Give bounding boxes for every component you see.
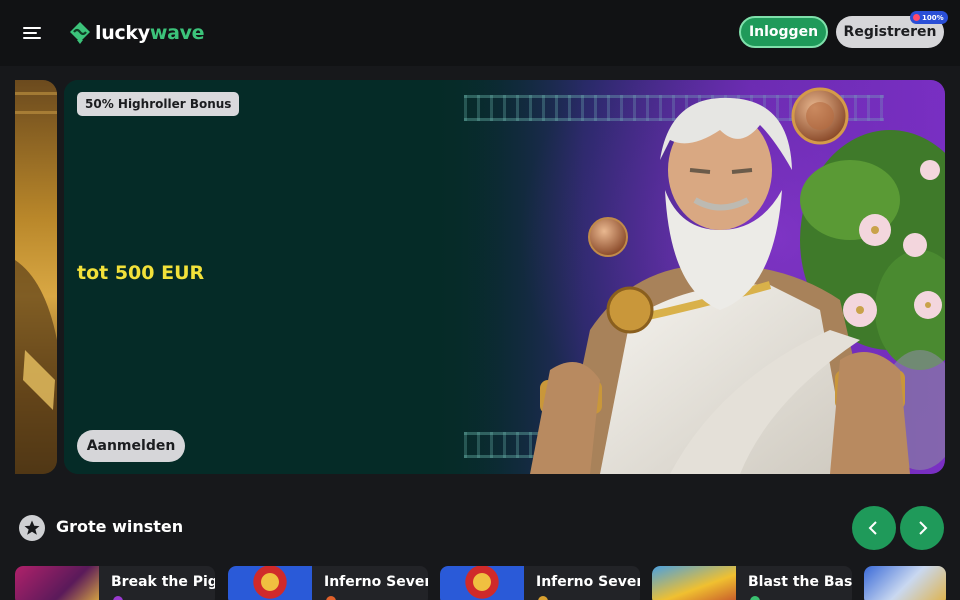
star-icon <box>19 515 45 541</box>
banner-headline: tot 500 EUR <box>77 262 205 284</box>
player-avatar <box>538 596 548 600</box>
game-name: Blast the Bass <box>748 574 852 590</box>
carousel-next-button[interactable] <box>900 506 944 550</box>
win-card[interactable]: Inferno Seven <box>228 566 428 600</box>
game-name: Inferno Seven <box>536 574 640 590</box>
bonus-tag: 50% Highroller Bonus <box>77 92 240 116</box>
player-avatar <box>113 596 123 600</box>
logo-text-lucky: lucky <box>95 22 150 44</box>
game-name: Break the Pig <box>111 574 215 590</box>
logo-text-wave: wave <box>149 22 205 44</box>
game-thumbnail <box>440 566 524 600</box>
chevron-right-icon <box>919 521 928 535</box>
win-card[interactable]: Break the Pig <box>15 566 215 600</box>
next-slide-edge <box>945 80 960 474</box>
player-avatar <box>750 596 760 600</box>
carousel-prev-button[interactable] <box>852 506 896 550</box>
game-name: Inferno Seven <box>324 574 428 590</box>
game-thumbnail <box>228 566 312 600</box>
game-thumbnail <box>864 566 946 600</box>
signup-button[interactable]: Aanmelden <box>77 430 185 462</box>
player-avatar <box>326 596 336 600</box>
game-thumbnail <box>652 566 736 600</box>
win-card-partial[interactable] <box>864 566 946 600</box>
gift-icon <box>913 14 920 21</box>
site-logo[interactable]: luckywave <box>68 19 205 47</box>
section-title: Grote winsten <box>56 517 184 536</box>
login-button[interactable]: Inloggen <box>739 16 828 48</box>
register-bonus-badge: 100% <box>910 11 948 24</box>
win-card[interactable]: Blast the Bass <box>652 566 852 600</box>
previous-slide-preview[interactable] <box>15 80 57 474</box>
top-header: luckywave Inloggen Registreren 100% <box>0 0 960 66</box>
zeus-illustration <box>520 80 945 474</box>
logo-text: luckywave <box>95 22 205 44</box>
win-card[interactable]: Inferno Seven <box>440 566 640 600</box>
game-thumbnail <box>15 566 99 600</box>
chevron-left-icon <box>868 521 877 535</box>
hamburger-menu-icon[interactable] <box>20 22 44 44</box>
logo-wave-icon <box>68 21 92 45</box>
register-badge-text: 100% <box>922 13 944 22</box>
